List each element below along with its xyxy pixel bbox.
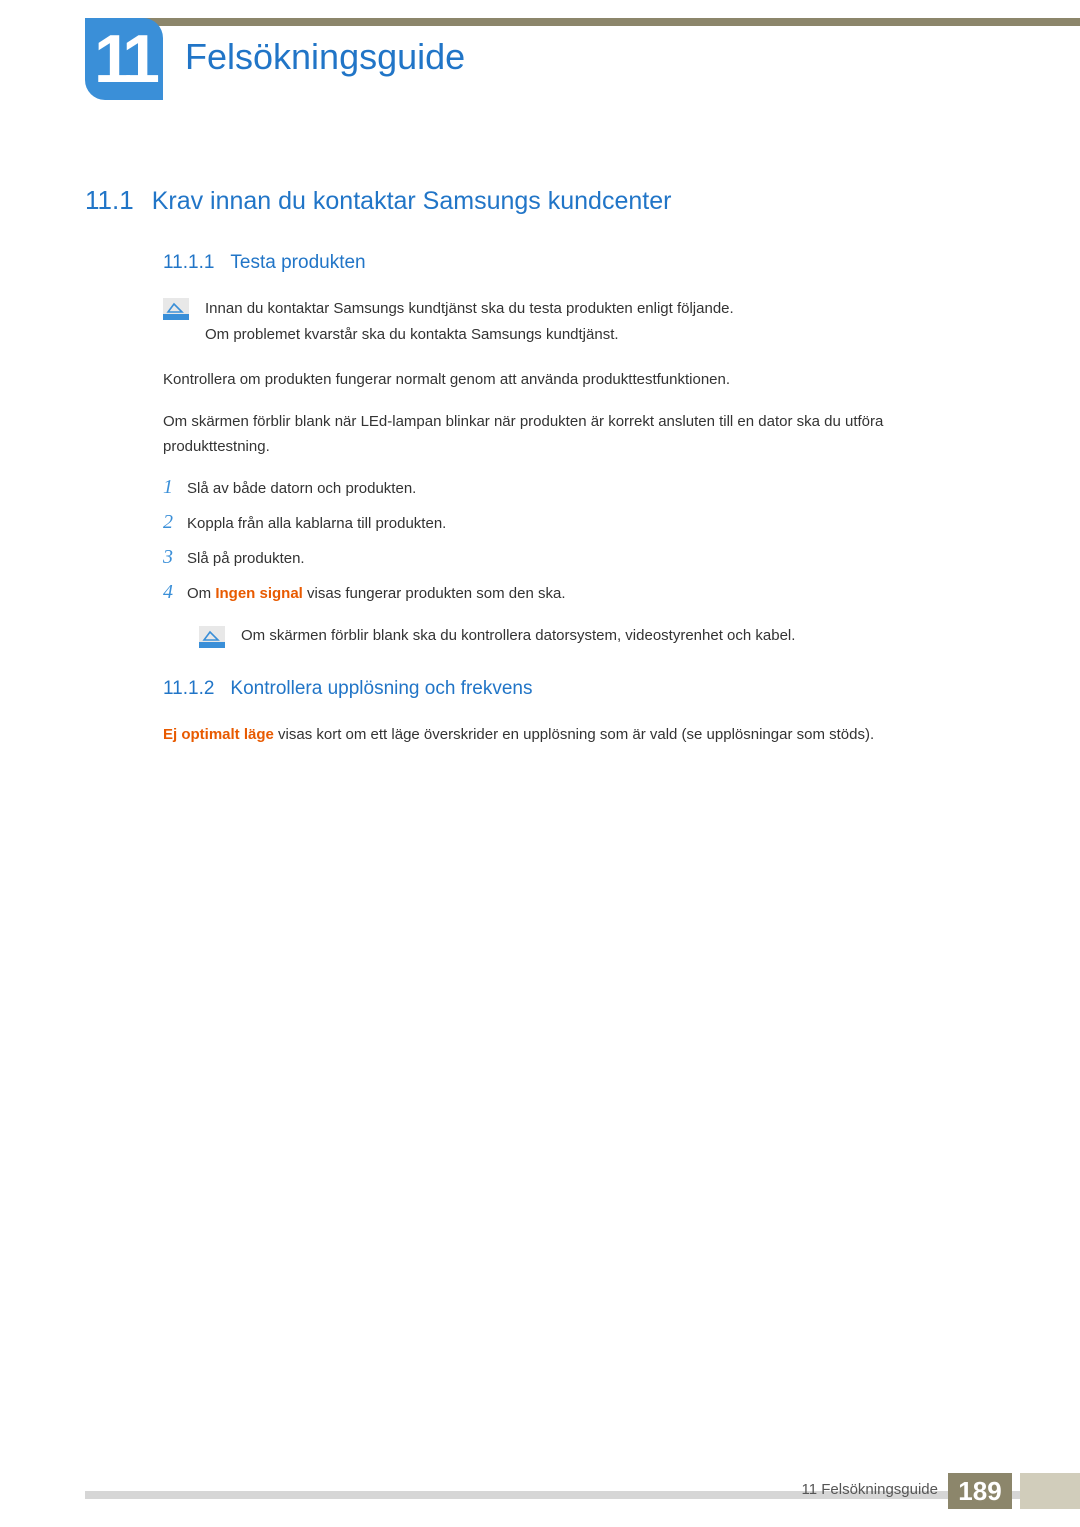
section-heading: 11.1 Krav innan du kontaktar Samsungs ku…	[85, 185, 980, 216]
sub-note-block: Om skärmen förblir blank ska du kontroll…	[199, 624, 980, 648]
step-number: 4	[163, 581, 187, 604]
step-text: Slå av både datorn och produkten.	[187, 477, 416, 501]
step-text-after: visas fungerar produkten som den ska.	[303, 585, 566, 602]
subsection-heading: 11.1.2 Kontrollera upplösning och frekve…	[163, 678, 980, 700]
footer-chapter-label: 11 Felsökningsguide	[802, 1481, 938, 1498]
step-number: 1	[163, 476, 187, 499]
note-line-2: Om problemet kvarstår ska du kontakta Sa…	[205, 322, 734, 348]
step-text: Om Ingen signal visas fungerar produkten…	[187, 582, 566, 606]
subsection-heading: 11.1.1 Testa produkten	[163, 252, 980, 274]
step-text: Koppla från alla kablarna till produkten…	[187, 512, 446, 536]
step-number: 3	[163, 546, 187, 569]
paragraph: Om skärmen förblir blank när LEd-lampan …	[163, 409, 980, 460]
paragraph: Ej optimalt läge visas kort om ett läge …	[163, 722, 980, 748]
list-item: 4 Om Ingen signal visas fungerar produkt…	[163, 581, 980, 606]
sub-note-text: Om skärmen förblir blank ska du kontroll…	[241, 624, 795, 648]
page-content: 11.1 Krav innan du kontaktar Samsungs ku…	[85, 185, 980, 763]
footer-page-box: 189	[948, 1473, 1012, 1509]
footer-side-strip	[1020, 1473, 1080, 1509]
paragraph: Kontrollera om produkten fungerar normal…	[163, 367, 980, 393]
highlighted-term: Ingen signal	[215, 585, 303, 602]
step-number: 2	[163, 511, 187, 534]
top-decorative-bar	[85, 18, 1080, 26]
note-block: Innan du kontaktar Samsungs kundtjänst s…	[163, 296, 980, 347]
chapter-number: 11	[94, 20, 154, 98]
subsection-title: Kontrollera upplösning och frekvens	[230, 678, 532, 700]
section-number: 11.1	[85, 185, 134, 216]
list-item: 1 Slå av både datorn och produkten.	[163, 476, 980, 501]
note-icon	[199, 626, 225, 648]
step-text-before: Om	[187, 585, 215, 602]
chapter-number-badge: 11	[85, 18, 163, 100]
step-list: 1 Slå av både datorn och produkten. 2 Ko…	[163, 476, 980, 648]
note-icon	[163, 298, 189, 320]
subsection-title: Testa produkten	[230, 252, 365, 274]
list-item: 3 Slå på produkten.	[163, 546, 980, 571]
list-item: 2 Koppla från alla kablarna till produkt…	[163, 511, 980, 536]
page-footer: 11 Felsökningsguide 189	[0, 1485, 1080, 1527]
footer-page-number: 189	[958, 1476, 1001, 1507]
note-text: Innan du kontaktar Samsungs kundtjänst s…	[205, 296, 734, 347]
chapter-title: Felsökningsguide	[185, 36, 465, 78]
note-line-1: Innan du kontaktar Samsungs kundtjänst s…	[205, 296, 734, 322]
paragraph-rest: visas kort om ett läge överskrider en up…	[274, 726, 874, 743]
subsection-number: 11.1.2	[163, 678, 214, 700]
section-title: Krav innan du kontaktar Samsungs kundcen…	[152, 187, 672, 216]
step-text: Slå på produkten.	[187, 547, 305, 571]
subsection-number: 11.1.1	[163, 252, 214, 274]
highlighted-term: Ej optimalt läge	[163, 726, 274, 743]
